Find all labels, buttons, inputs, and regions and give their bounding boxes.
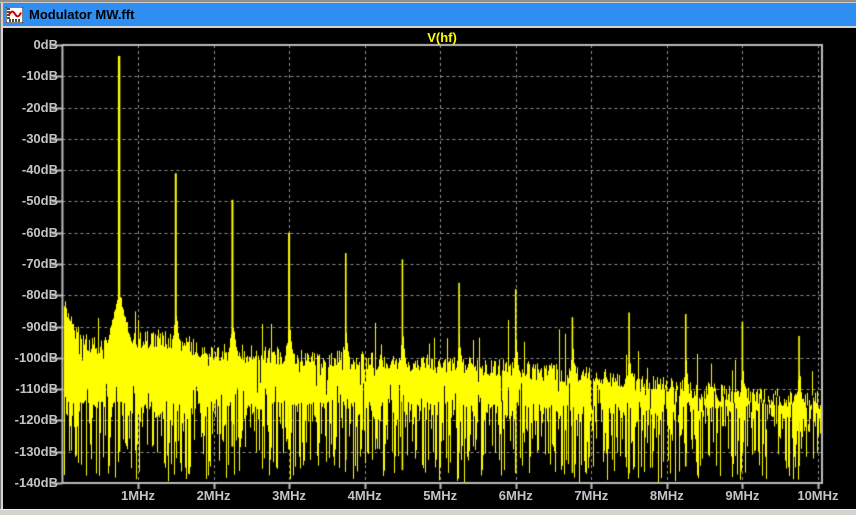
x-tick-label: 4MHz [333,489,397,503]
y-tick-label: -100dB [0,351,58,365]
y-tick-label: -30dB [0,132,58,146]
x-tick-label: 5MHz [408,489,472,503]
titlebar-lower-strip [3,26,856,28]
y-tick-label: -50dB [0,194,58,208]
x-tick-label: 6MHz [484,489,548,503]
y-tick-label: -20dB [0,101,58,115]
y-tick-label: -40dB [0,163,58,177]
y-tick-label: -140dB [0,476,58,490]
fft-plot-canvas[interactable] [0,0,856,515]
y-tick-label: -90dB [0,320,58,334]
waveform-icon [6,7,23,23]
y-tick-label: -130dB [0,445,58,459]
x-tick-label: 9MHz [710,489,774,503]
titlebar[interactable]: Modulator MW.fft [3,3,856,26]
x-tick-label: 8MHz [635,489,699,503]
x-tick-label: 7MHz [559,489,623,503]
trace-label[interactable]: V(hf) [62,30,822,45]
y-tick-label: -110dB [0,382,58,396]
y-tick-label: -60dB [0,226,58,240]
x-tick-label: 2MHz [182,489,246,503]
x-tick-label: 3MHz [257,489,321,503]
y-tick-label: 0dB [0,38,58,52]
y-tick-label: -120dB [0,413,58,427]
fft-plot-window: V(hf) 0dB -10dB -20dB -30dB -40dB -50dB -60dB -… [0,0,856,515]
y-tick-label: -80dB [0,288,58,302]
x-tick-label: 1MHz [106,489,170,503]
y-tick-label: -70dB [0,257,58,271]
window-title: Modulator MW.fft [29,3,134,26]
x-tick-label: 10MHz [786,489,850,503]
y-tick-label: -10dB [0,69,58,83]
